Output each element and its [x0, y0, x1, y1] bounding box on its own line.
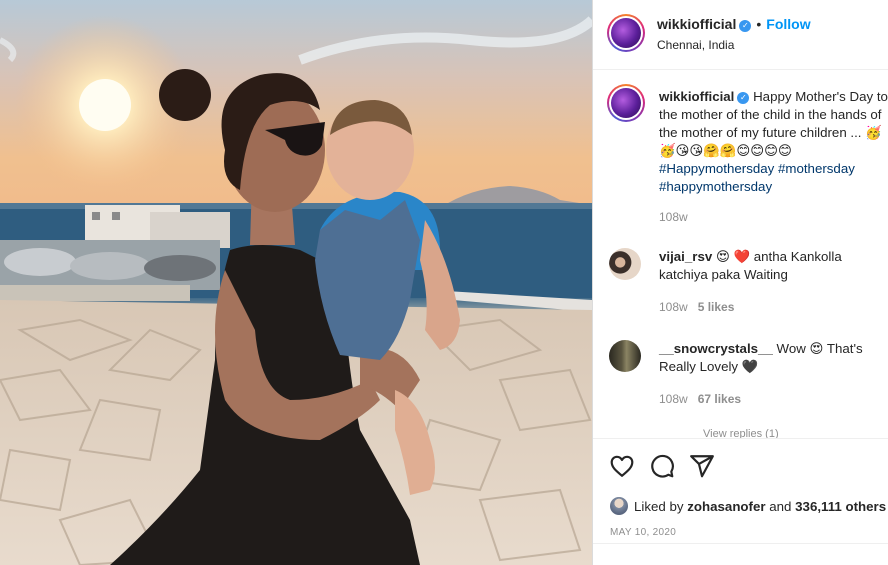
comment-likes[interactable]: 67 likes	[698, 392, 741, 406]
liked-by-and: and	[769, 499, 792, 514]
comment-username[interactable]: __snowcrystals__	[659, 341, 773, 356]
avatar[interactable]	[607, 14, 645, 52]
comment-time[interactable]: 108w	[659, 300, 688, 314]
comment-body: vijai_rsv 😍 ❤️ antha Kankolla katchiya p…	[659, 248, 888, 284]
comment-meta: 108w 67 likes	[659, 392, 741, 406]
comments-section[interactable]: wikkiofficial ✓ Happy Mother's Day to the…	[593, 70, 888, 438]
post-username[interactable]: wikkiofficial	[657, 16, 736, 32]
separator-dot: •	[756, 16, 762, 32]
caption-body: wikkiofficial ✓ Happy Mother's Day to the…	[659, 88, 888, 196]
heart-icon[interactable]	[609, 453, 635, 479]
post-header: wikkiofficial ✓ • Follow Chennai, India	[593, 0, 888, 70]
likes-count[interactable]: 336,111 others	[795, 499, 886, 514]
liked-by-row: Liked by zohasanofer and 336,111 others	[610, 497, 886, 515]
caption-meta: 108w	[659, 210, 688, 224]
caption-username[interactable]: wikkiofficial	[659, 89, 734, 104]
verified-badge-icon: ✓	[737, 92, 750, 104]
post-date[interactable]: MAY 10, 2020	[610, 527, 676, 538]
caption-avatar[interactable]	[607, 84, 645, 122]
header-row: wikkiofficial ✓ • Follow	[657, 16, 811, 34]
comment-time[interactable]: 108w	[659, 392, 688, 406]
caption-time[interactable]: 108w	[659, 210, 688, 224]
follow-button[interactable]: Follow	[766, 16, 810, 32]
comment-avatar[interactable]	[609, 248, 641, 280]
share-icon[interactable]	[689, 453, 715, 479]
liked-by-prefix: Liked by	[634, 499, 684, 514]
comment-body: __snowcrystals__ Wow 😍 That's Really Lov…	[659, 340, 888, 376]
verified-badge-icon: ✓	[739, 20, 752, 32]
post-location[interactable]: Chennai, India	[657, 38, 734, 52]
liked-by-avatar[interactable]	[610, 497, 628, 515]
comment-meta: 108w 5 likes	[659, 300, 734, 314]
photo-scene	[0, 15, 592, 565]
view-replies-button[interactable]: View replies (1)	[703, 428, 779, 438]
caption-hashtags[interactable]: #Happymothersday #mothersday #happymothe…	[659, 161, 855, 194]
divider	[593, 543, 888, 544]
liked-by-username[interactable]: zohasanofer	[687, 499, 765, 514]
comment-username[interactable]: vijai_rsv	[659, 249, 712, 264]
post-actions: Liked by zohasanofer and 336,111 others …	[593, 438, 888, 565]
post-sidebar: wikkiofficial ✓ • Follow Chennai, India wik…	[592, 0, 888, 565]
post-photo[interactable]	[0, 0, 592, 565]
comment-icon[interactable]	[649, 453, 675, 479]
comment-avatar[interactable]	[609, 340, 641, 372]
comment-likes[interactable]: 5 likes	[698, 300, 735, 314]
